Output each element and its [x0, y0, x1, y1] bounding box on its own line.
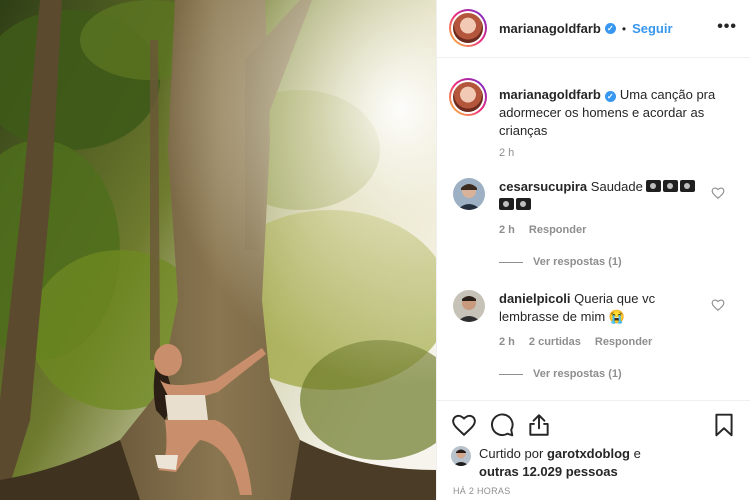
liker-avatar[interactable]	[451, 446, 471, 466]
view-replies-button[interactable]: Ver respostas (1)	[499, 256, 622, 268]
separator-dot: •	[621, 21, 627, 36]
post-timestamp[interactable]: HÁ 2 HORAS	[453, 486, 511, 496]
caption-author-avatar[interactable]	[449, 78, 487, 116]
heart-icon[interactable]	[711, 298, 725, 312]
liked-by-prefix: Curtido por	[479, 446, 544, 461]
more-options-icon[interactable]: •••	[717, 18, 737, 36]
heart-icon[interactable]	[711, 186, 725, 200]
caption-time[interactable]: 2 h	[499, 147, 514, 159]
post-header: marianagoldfarb ✓ • Seguir •••	[437, 0, 750, 58]
like-icon[interactable]	[451, 412, 477, 438]
reply-button[interactable]: Responder	[529, 224, 586, 236]
comment-meta: 2 h Responder	[499, 224, 586, 236]
comment-username[interactable]: danielpicoli	[499, 291, 571, 306]
follow-button[interactable]: Seguir	[632, 21, 672, 36]
comment-username[interactable]: cesarsucupira	[499, 179, 587, 194]
comment-time[interactable]: 2 h	[499, 224, 515, 236]
verified-badge-icon: ✓	[604, 23, 616, 34]
liker-username[interactable]: garotxdoblog	[547, 446, 630, 461]
crying-face-emoji: 😭	[608, 309, 626, 324]
save-icon[interactable]	[711, 412, 737, 438]
post-sidebar: marianagoldfarb ✓ • Seguir ••• marianago…	[436, 0, 750, 500]
liked-by-text: Curtido por garotxdoblog e outras 12.029…	[479, 445, 679, 481]
verified-badge-icon: ✓	[604, 91, 616, 102]
author-username[interactable]: marianagoldfarb	[499, 21, 601, 36]
author-row: marianagoldfarb ✓ • Seguir	[499, 21, 673, 36]
commenter-avatar[interactable]	[453, 290, 485, 322]
comment-time[interactable]: 2 h	[499, 336, 515, 348]
view-replies-button[interactable]: Ver respostas (1)	[499, 368, 622, 380]
reply-button[interactable]: Responder	[595, 336, 652, 348]
author-avatar[interactable]	[449, 9, 487, 47]
post-actions: Curtido por garotxdoblog e outras 12.029…	[437, 400, 750, 500]
comment-meta: 2 h 2 curtidas Responder	[499, 336, 652, 348]
comment-likes[interactable]: 2 curtidas	[529, 336, 581, 348]
post-photo	[0, 0, 436, 500]
caption-username[interactable]: marianagoldfarb	[499, 87, 601, 102]
comment-icon[interactable]	[489, 412, 515, 438]
liked-by-row: Curtido por garotxdoblog e outras 12.029…	[451, 445, 679, 481]
commenter-avatar[interactable]	[453, 178, 485, 210]
likes-count-link[interactable]: outras 12.029 pessoas	[479, 464, 618, 479]
replies-divider	[499, 373, 523, 375]
comment-text: Saudade	[590, 179, 643, 194]
view-replies-label[interactable]: Ver respostas (1)	[533, 256, 622, 268]
view-replies-label[interactable]: Ver respostas (1)	[533, 368, 622, 380]
comment-body: danielpicoli Queria que vc lembrasse de …	[499, 290, 709, 326]
liked-by-connector: e	[633, 446, 641, 461]
share-icon[interactable]	[526, 412, 552, 438]
replies-divider	[499, 261, 523, 263]
caption-text-block: marianagoldfarb ✓ Uma canção pra adormecer…	[499, 86, 729, 140]
comment-body: cesarsucupira Saudade	[499, 178, 709, 214]
forest-photo-illustration	[0, 0, 436, 500]
